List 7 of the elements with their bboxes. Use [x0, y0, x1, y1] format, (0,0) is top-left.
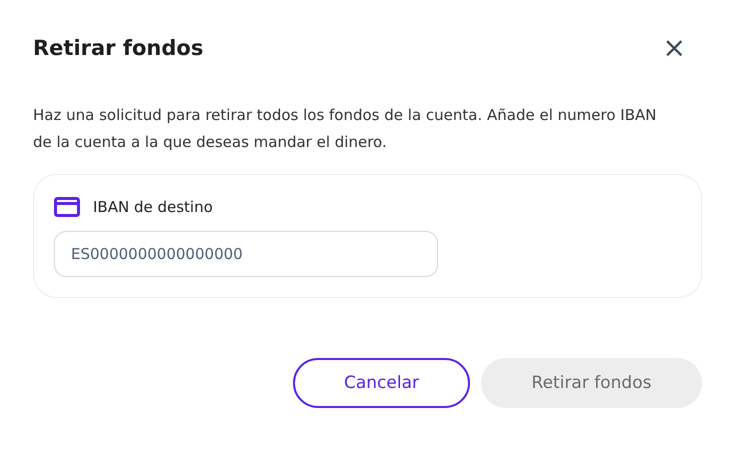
close-button[interactable]: ×: [654, 34, 694, 62]
dialog-title: Retirar fondos: [33, 36, 204, 60]
description-text: Haz una solicitud para retirar todos los fondos de la cuenta. Añade el numero IBAN de la cuenta a la que deseas mandar el dinero.: [33, 105, 658, 153]
cancel-button[interactable]: Cancelar: [293, 358, 470, 408]
field-label: IBAN de destino: [93, 198, 213, 216]
credit-card-icon: [54, 197, 80, 217]
iban-input-field[interactable]: ES0000000000000000: [54, 231, 438, 277]
